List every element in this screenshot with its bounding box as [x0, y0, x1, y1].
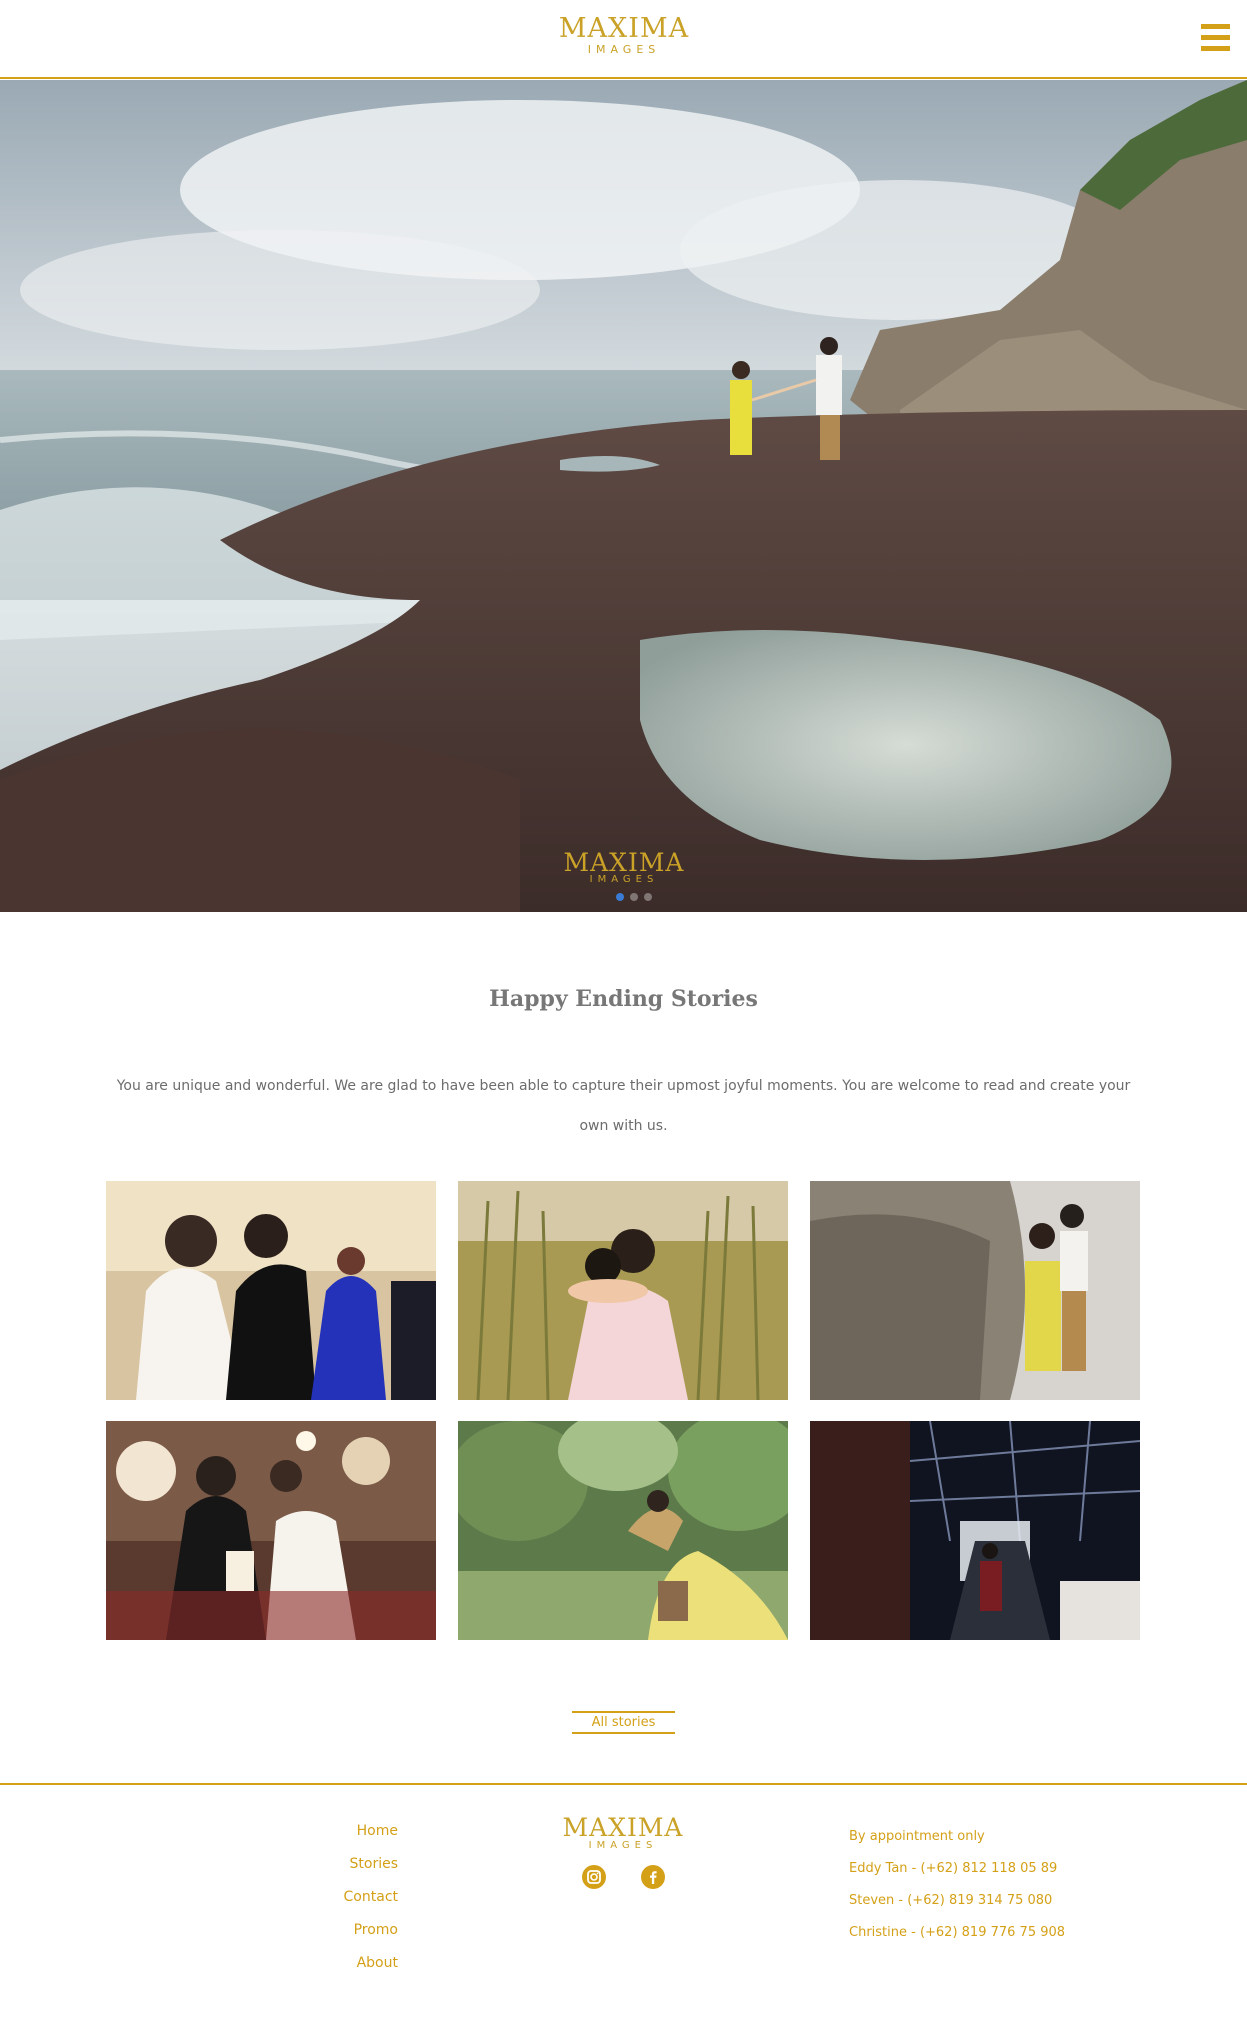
footer-link-promo[interactable]: Promo: [250, 1914, 398, 1947]
footer-link-contact[interactable]: Contact: [250, 1881, 398, 1914]
all-stories-button[interactable]: All stories: [572, 1711, 675, 1734]
logo-sub: IMAGES: [587, 43, 661, 56]
footer-link-home[interactable]: Home: [250, 1815, 398, 1848]
stories-grid: [106, 1181, 1142, 1640]
story-photo-3: [810, 1181, 1140, 1400]
slider-dots: [616, 893, 652, 901]
hero-photo: [0, 80, 1247, 912]
site-footer: Home Stories Contact Promo About MAXIMA …: [0, 1783, 1247, 2036]
logo-word: MAXIMA: [558, 13, 690, 44]
footer-nav: Home Stories Contact Promo About: [250, 1815, 398, 1980]
slider-dot-2[interactable]: [630, 893, 638, 901]
contact-steven[interactable]: Steven - (+62) 819 314 75 080: [849, 1885, 1169, 1917]
intro-text: You are unique and wonderful. We are gla…: [116, 1078, 1131, 1134]
story-thumbnail-5[interactable]: [458, 1421, 788, 1640]
story-thumbnail-6[interactable]: [810, 1421, 1140, 1640]
story-thumbnail-4[interactable]: [106, 1421, 436, 1640]
story-thumbnail-3[interactable]: [810, 1181, 1140, 1400]
story-photo-2: [458, 1181, 788, 1400]
facebook-icon[interactable]: [641, 1865, 665, 1889]
story-photo-6: [810, 1421, 1140, 1640]
footer-logo[interactable]: MAXIMA IMAGES: [562, 1815, 684, 1851]
story-thumbnail-2[interactable]: [458, 1181, 788, 1400]
footer-logo-sub: IMAGES: [588, 1840, 658, 1851]
contact-eddy[interactable]: Eddy Tan - (+62) 812 118 05 89: [849, 1853, 1169, 1885]
site-logo[interactable]: MAXIMA IMAGES: [553, 15, 695, 55]
hamburger-icon[interactable]: [1201, 24, 1230, 51]
footer-logo-word: MAXIMA: [562, 1813, 684, 1842]
contact-info: By appointment only Eddy Tan - (+62) 812…: [849, 1821, 1169, 1949]
footer-link-about[interactable]: About: [250, 1947, 398, 1980]
instagram-icon[interactable]: [582, 1865, 606, 1889]
hero-slider[interactable]: MAXIMA IMAGES: [0, 80, 1247, 912]
story-thumbnail-1[interactable]: [106, 1181, 436, 1400]
slider-dot-3[interactable]: [644, 893, 652, 901]
slider-dot-1[interactable]: [616, 893, 624, 901]
story-photo-5: [458, 1421, 788, 1640]
story-photo-1: [106, 1181, 436, 1400]
footer-link-stories[interactable]: Stories: [250, 1848, 399, 1881]
section-title: Happy Ending Stories: [489, 986, 758, 1012]
site-header: MAXIMA IMAGES: [0, 0, 1247, 79]
contact-christine[interactable]: Christine - (+62) 819 776 75 908: [849, 1917, 1169, 1949]
hero-watermark-word: MAXIMA: [563, 848, 685, 877]
hero-watermark: MAXIMA IMAGES: [560, 850, 688, 885]
story-photo-4: [106, 1421, 436, 1640]
appointment-note: By appointment only: [849, 1829, 985, 1844]
